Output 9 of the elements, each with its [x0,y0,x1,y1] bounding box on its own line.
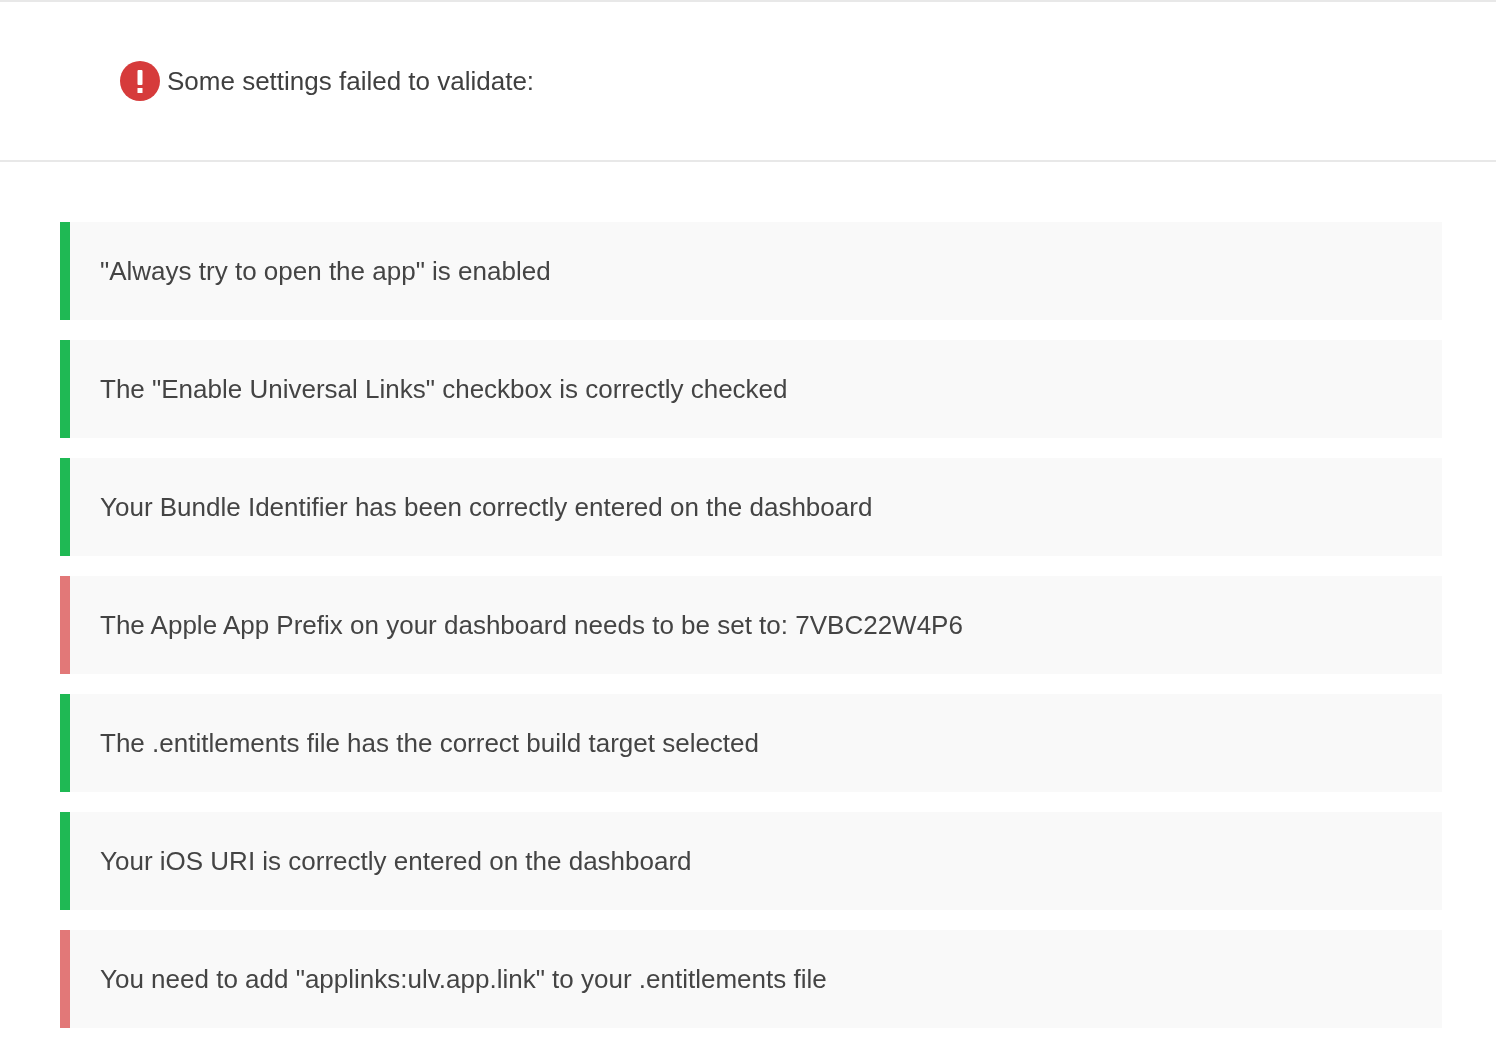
validation-heading: Some settings failed to validate: [167,65,535,97]
check-message: Your iOS URI is correctly entered on the dashboard [100,845,692,877]
check-message: Your Bundle Identifier has been correctly entered on the dashboard [100,491,873,523]
check-message: The Apple App Prefix on your dashboard needs to be set to: 7VBC22W4P6 [100,609,963,641]
check-message: The .entitlements file has the correct build target selected [100,727,759,759]
check-message: "Always try to open the app" is enabled [100,255,551,287]
check-message: The "Enable Universal Links" checkbox is correctly checked [100,373,788,405]
check-message: You need to add "applinks:ulv.app.link" to your .entitlements file [100,963,827,995]
alert-icon [120,61,160,101]
